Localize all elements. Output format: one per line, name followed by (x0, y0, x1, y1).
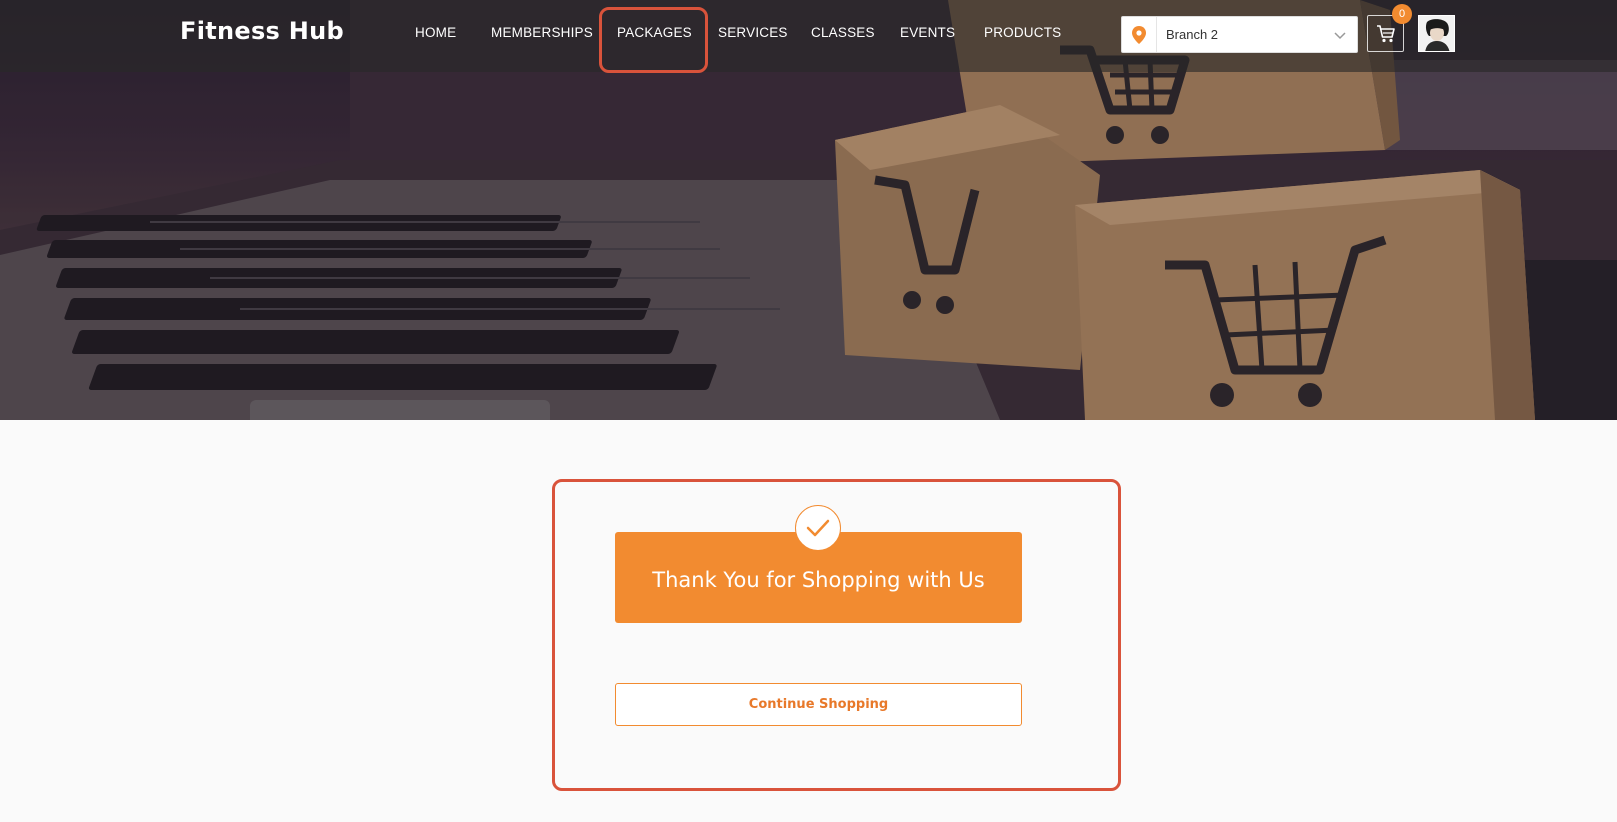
packages-highlight (599, 7, 708, 73)
checkmark-icon (795, 505, 841, 551)
brand-logo[interactable]: Fitness Hub (180, 17, 344, 45)
thank-you-title: Thank You for Shopping with Us (652, 568, 985, 592)
nav-memberships[interactable]: MEMBERSHIPS (491, 25, 593, 40)
cart-count-badge: 0 (1392, 4, 1412, 24)
continue-shopping-label: Continue Shopping (748, 697, 889, 712)
shopping-cart-icon (1376, 24, 1395, 42)
branch-select[interactable]: Branch 2 (1121, 16, 1358, 53)
nav-services[interactable]: SERVICES (718, 25, 788, 40)
nav-classes[interactable]: CLASSES (811, 25, 875, 40)
map-pin-icon (1122, 17, 1157, 52)
chevron-down-icon (1334, 32, 1346, 40)
continue-shopping-button[interactable]: Continue Shopping (615, 683, 1022, 726)
nav-home[interactable]: HOME (415, 25, 456, 40)
user-avatar[interactable] (1418, 15, 1455, 52)
nav-products[interactable]: PRODUCTS (984, 25, 1061, 40)
top-navbar: Fitness Hub HOME MEMBERSHIPS PACKAGES SE… (0, 0, 1617, 72)
nav-events[interactable]: EVENTS (900, 25, 955, 40)
branch-select-value: Branch 2 (1166, 27, 1219, 42)
